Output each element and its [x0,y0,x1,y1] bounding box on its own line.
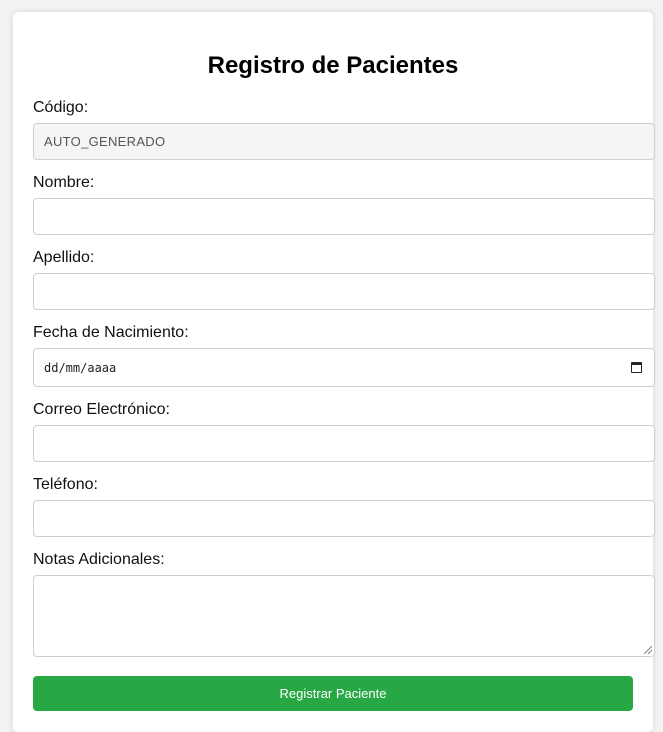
fecha-nacimiento-input[interactable]: dd/mm/aaaa [33,348,655,387]
form-title: Registro de Pacientes [207,52,459,79]
correo-label: Correo Electrónico: [33,401,170,418]
date-placeholder: dd/mm/aaaa [44,360,117,375]
notas-label: Notas Adicionales: [33,551,165,568]
textarea-resize-handle[interactable] [644,646,652,654]
notas-textarea[interactable] [33,575,655,657]
apellido-input[interactable] [33,273,655,310]
fecha-nacimiento-label: Fecha de Nacimiento: [33,324,189,341]
correo-input[interactable] [33,425,655,462]
nombre-input[interactable] [33,198,655,235]
calendar-icon[interactable] [631,362,642,373]
codigo-label: Código: [33,99,89,116]
telefono-input[interactable] [33,500,655,537]
registrar-paciente-button[interactable]: Registrar Paciente [33,676,633,711]
telefono-label: Teléfono: [33,476,98,493]
codigo-field: AUTO_GENERADO [33,123,655,160]
registration-form-card: Registro de Pacientes Código: AUTO_GENER… [13,12,655,732]
nombre-label: Nombre: [33,174,95,191]
apellido-label: Apellido: [33,249,95,266]
